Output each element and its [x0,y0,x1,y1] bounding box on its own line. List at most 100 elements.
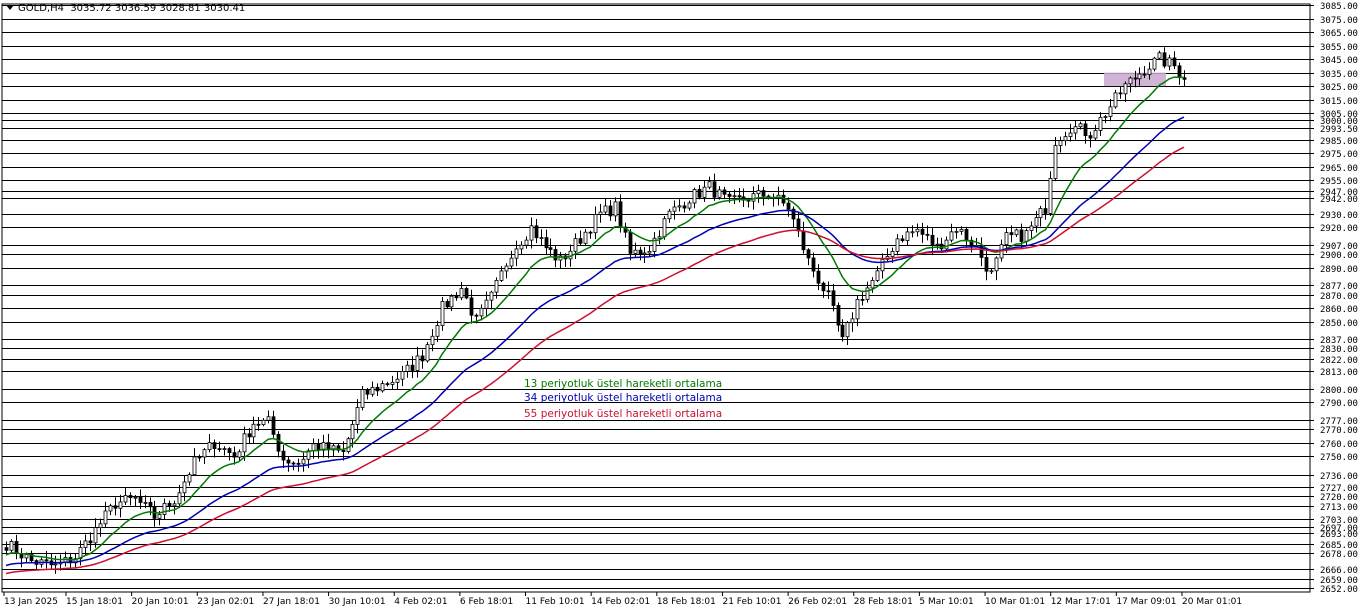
x-tick-label: 20 Jan 10:01 [132,597,189,607]
candle-body [24,554,29,559]
y-tick-label: 2790.00 [1320,399,1358,409]
candle-body [821,282,826,292]
symbol-label: GOLD,H4 [18,3,64,14]
price-chart[interactable]: 3085.00 3075.00 3065.00 3055.00 3045.00 3035.… [0,0,1362,611]
y-tick-label: 2920.00 [1320,224,1358,234]
candle-body [880,258,885,272]
candle-body [212,442,217,449]
candle-body [1147,68,1152,75]
y-tick-label: 2713.00 [1320,503,1358,513]
dropdown-triangle-icon[interactable] [6,5,14,10]
candle-body [177,492,182,505]
candle-body [1034,217,1039,227]
candle-body [855,299,860,320]
candle-body [598,211,603,215]
candle-body [1038,208,1043,219]
candle-body [44,559,49,562]
candle-body [751,193,756,202]
candle-body [341,449,346,453]
candle-body [761,190,766,197]
candle-body [1053,145,1058,179]
candle-body [717,189,722,198]
candle-body [667,210,672,220]
candle-body [9,540,14,551]
candle-body [682,205,687,209]
candle-body [385,383,390,386]
y-tick-label: 2760.00 [1320,440,1358,450]
candle-body [1118,92,1123,95]
candle-body [1083,123,1088,137]
candle-body [187,474,192,483]
candle-body [935,243,940,246]
y-tick-label: 3015.00 [1320,97,1358,107]
y-tick-label: 2813.00 [1320,368,1358,378]
candle-body [608,205,613,217]
candle-body [405,364,410,372]
candle-body [1048,178,1053,214]
candle-body [281,450,286,461]
candle-body [415,355,420,371]
y-tick-label: 2678.00 [1320,550,1358,560]
candle-body [256,423,261,426]
candle-body [370,386,375,395]
candle-body [133,496,138,499]
candle-body [192,456,197,476]
x-tick-label: 4 Feb 02:01 [394,597,447,607]
candle-body [984,257,989,272]
candle-body [98,523,103,529]
candle-body [83,540,88,548]
x-tick-label: 26 Feb 02:01 [788,597,847,607]
y-tick-label: 2666.00 [1320,566,1358,576]
candle-body [172,503,177,507]
candle-body [484,299,489,309]
x-tick-label: 28 Feb 18:01 [854,597,913,607]
candle-body [925,233,930,236]
candle-body [93,527,98,544]
candle-body [148,501,153,508]
candle-body [242,433,247,453]
candle-body [420,355,425,362]
candle-body [454,295,459,299]
candle-body [588,231,593,234]
candle-body [811,257,816,272]
y-tick-label: 3025.00 [1320,83,1358,93]
candle-body [1043,208,1048,214]
candle-body [128,495,133,499]
y-tick-label: 2822.00 [1320,356,1358,366]
candle-body [994,257,999,272]
candle-body [989,270,994,273]
y-tick-label: 3075.00 [1320,16,1358,26]
candle-body [375,386,380,392]
candle-body [672,206,677,212]
candle-body [167,502,172,507]
y-tick-label: 2693.00 [1320,530,1358,540]
y-tick-label: 3045.00 [1320,56,1358,66]
candle-body [865,287,870,300]
candle-body [1167,57,1172,67]
price-axis: 3085.00 3075.00 3065.00 3055.00 3045.00 3035.… [1310,2,1358,595]
candle-body [875,270,880,281]
chart-header: GOLD,H4 3035.72 3036.59 3028.81 3030.41 [6,3,245,14]
candle-body [1088,135,1093,139]
candle-body [895,238,900,252]
legend-ema55: 55 periyotluk üstel hareketli ortalama [524,408,723,420]
legend-ema34: 34 periyotluk üstel hareketli ortalama [524,392,723,404]
candle-body [628,231,633,254]
candle-body [697,189,702,198]
candle-body [251,423,256,438]
candle-body [1152,57,1157,70]
candle-body [355,407,360,425]
candle-body [1177,65,1182,79]
candle-body [806,249,811,259]
candle-body [113,505,118,509]
candle-body [504,265,509,272]
candle-body [944,239,949,250]
candle-body [217,448,222,450]
y-tick-label: 2890.00 [1320,265,1358,275]
candle-body [702,186,707,198]
x-tick-label: 23 Jan 02:01 [197,597,254,607]
candle-body [539,237,544,239]
candle-body [1098,116,1103,131]
candle-body [633,249,638,254]
candle-body [459,288,464,299]
